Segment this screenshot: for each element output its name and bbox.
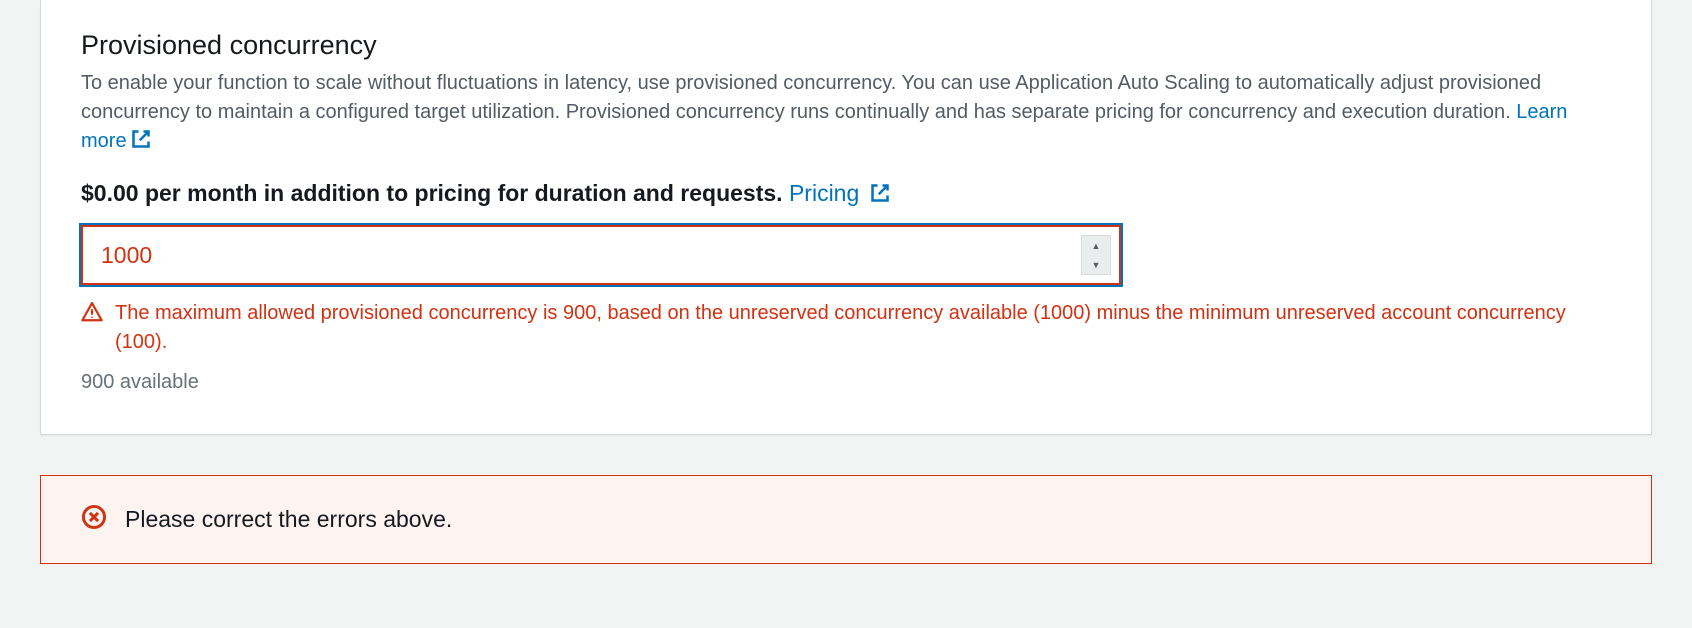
stepper: ▲ ▼ bbox=[1081, 235, 1111, 275]
error-message: The maximum allowed provisioned concurre… bbox=[115, 299, 1611, 357]
provisioned-concurrency-card: Provisioned concurrency To enable your f… bbox=[40, 0, 1652, 435]
alert-message: Please correct the errors above. bbox=[125, 506, 452, 533]
section-description: To enable your function to scale without… bbox=[81, 69, 1611, 158]
chevron-down-icon: ▼ bbox=[1092, 260, 1101, 270]
concurrency-input-wrap: ▲ ▼ bbox=[81, 225, 1121, 285]
external-link-icon bbox=[131, 129, 151, 158]
description-text: To enable your function to scale without… bbox=[81, 72, 1541, 123]
chevron-up-icon: ▲ bbox=[1092, 241, 1101, 251]
stepper-down-button[interactable]: ▼ bbox=[1082, 255, 1110, 274]
error-circle-icon bbox=[81, 504, 107, 535]
stepper-up-button[interactable]: ▲ bbox=[1082, 236, 1110, 255]
pricing-link[interactable]: Pricing bbox=[789, 180, 890, 206]
error-alert: Please correct the errors above. bbox=[40, 475, 1652, 564]
pricing-link-text: Pricing bbox=[789, 180, 859, 206]
pricing-line: $0.00 per month in addition to pricing f… bbox=[81, 180, 1611, 209]
external-link-icon bbox=[870, 182, 890, 209]
available-text: 900 available bbox=[81, 371, 1611, 394]
pricing-text: $0.00 per month in addition to pricing f… bbox=[81, 180, 789, 206]
section-title: Provisioned concurrency bbox=[81, 30, 1611, 61]
warning-triangle-icon bbox=[81, 301, 103, 328]
validation-error: The maximum allowed provisioned concurre… bbox=[81, 299, 1611, 357]
concurrency-input[interactable] bbox=[81, 225, 1121, 285]
